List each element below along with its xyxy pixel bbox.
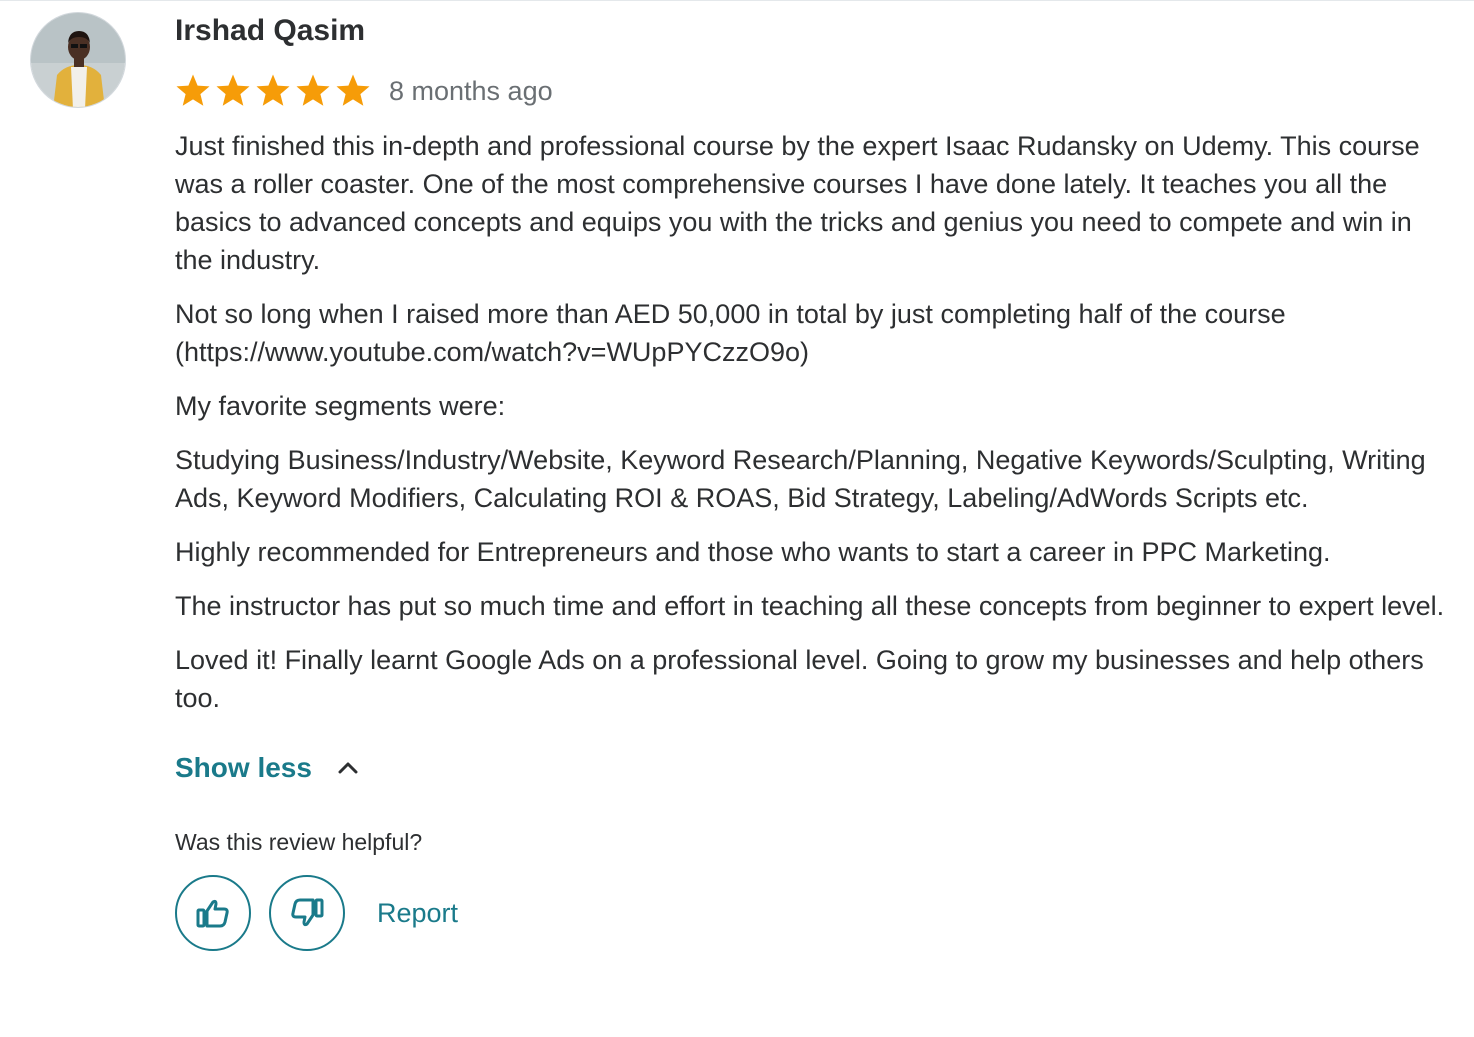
review-paragraph: Studying Business/Industry/Website, Keyw… [175, 445, 1426, 513]
thumbs-down-button[interactable] [269, 875, 345, 951]
thumbs-down-icon [291, 898, 324, 927]
star-icon [296, 74, 330, 106]
show-less-label: Show less [175, 752, 312, 783]
star-icon [176, 74, 210, 106]
review-paragraph: Loved it! Finally learnt Google Ads on a… [175, 645, 1424, 713]
review-paragraph: The instructor has put so much time and … [175, 591, 1445, 621]
review-time: 8 months ago [389, 75, 553, 106]
review-card: Irshad Qasim 8 months ago Just finished … [175, 12, 1445, 951]
review-paragraph: Not so long when I raised more than AED … [175, 299, 1286, 367]
reviewer-name: Irshad Qasim [175, 14, 366, 47]
review-paragraph: Highly recommended for Entrepreneurs and… [175, 537, 1331, 567]
rating-row: 8 months ago [175, 70, 1445, 112]
avatar [30, 12, 126, 108]
feedback-actions: Report [175, 875, 1445, 951]
chevron-up-icon [334, 754, 362, 782]
thumbs-up-icon [196, 899, 229, 928]
star-icon [336, 74, 370, 106]
review-paragraph: My favorite segments were: [175, 391, 506, 421]
helpful-question: Was this review helpful? [175, 829, 423, 855]
avatar-image [31, 13, 125, 107]
review-paragraph: Just finished this in-depth and professi… [175, 131, 1420, 275]
star-icon [256, 74, 290, 106]
review-text: Just finished this in-depth and professi… [175, 127, 1445, 717]
report-link[interactable]: Report [377, 898, 458, 929]
star-icon [216, 74, 250, 106]
top-divider [0, 0, 1474, 1]
thumbs-up-button[interactable] [175, 875, 251, 951]
show-less-button[interactable]: Show less [175, 749, 362, 787]
star-rating [175, 73, 371, 109]
